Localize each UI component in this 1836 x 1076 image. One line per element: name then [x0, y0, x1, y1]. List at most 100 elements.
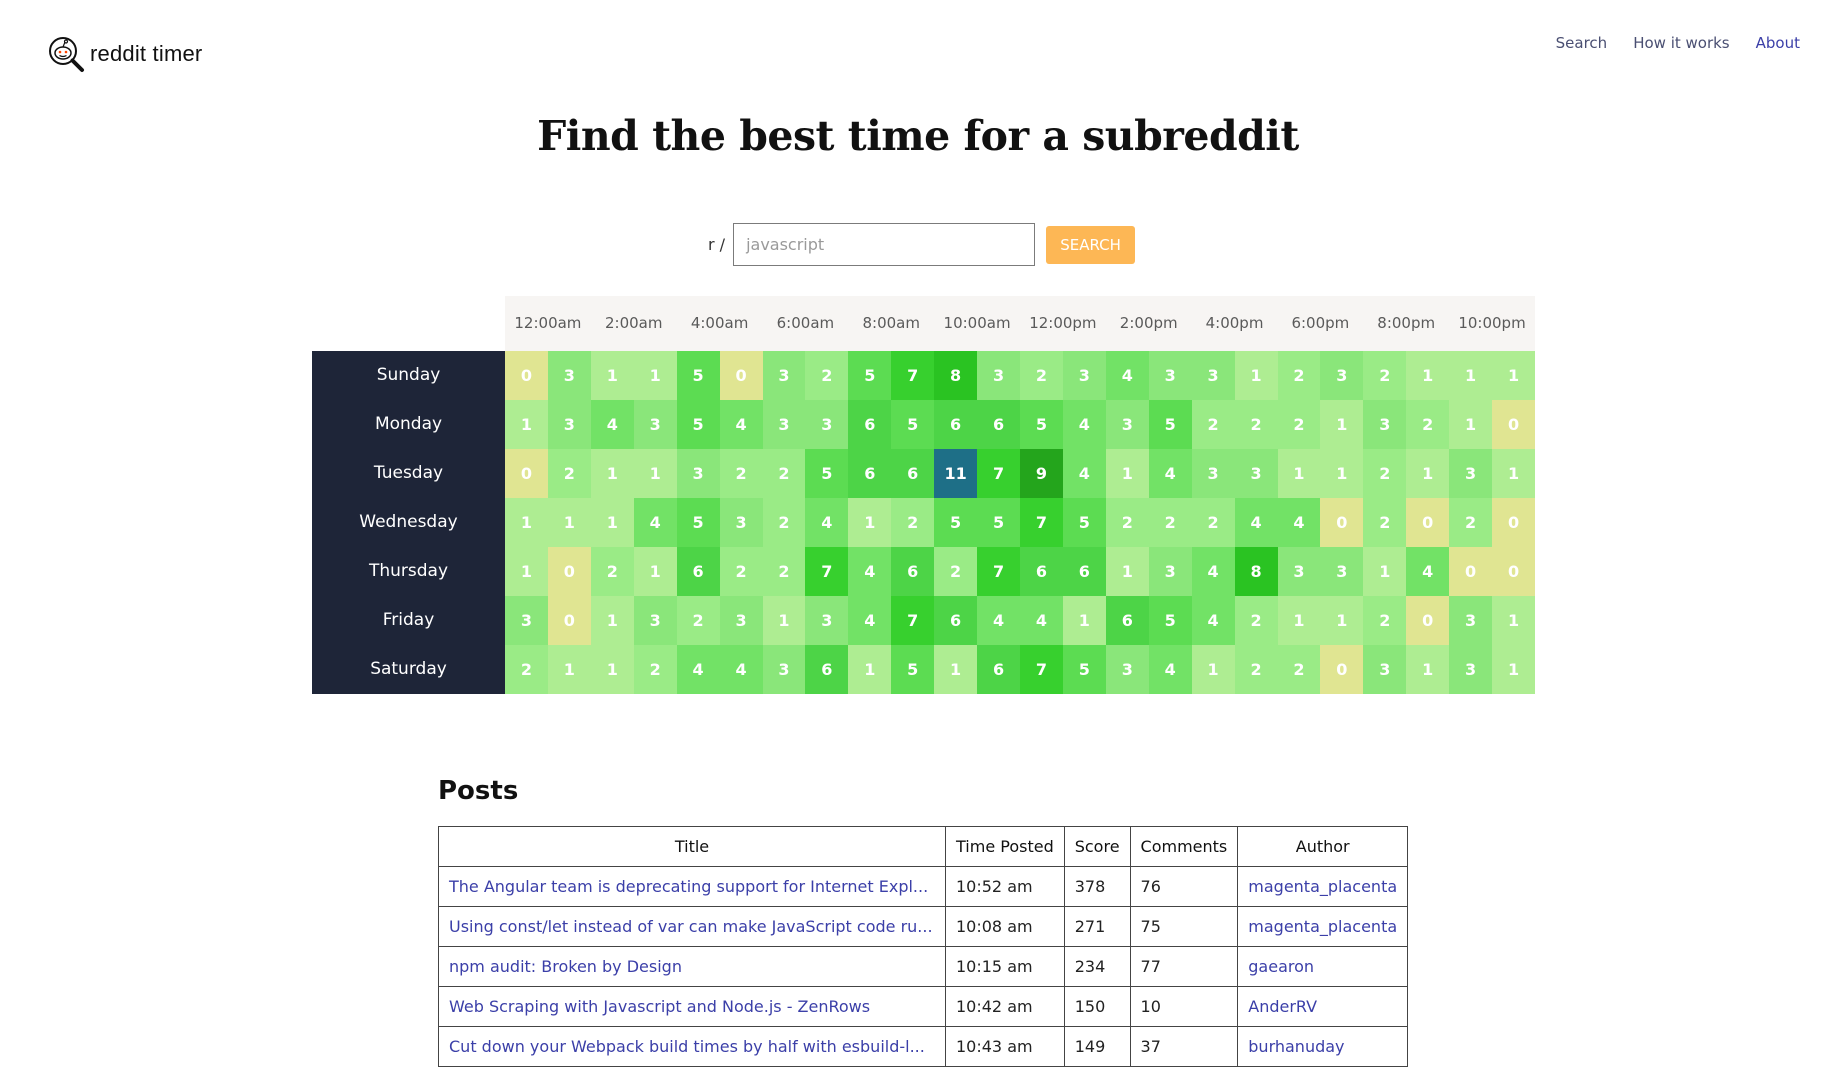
heatmap-cell[interactable]: 1: [762, 596, 806, 645]
heatmap-cell[interactable]: 7: [1020, 498, 1063, 547]
heatmap-cell[interactable]: 2: [1363, 449, 1407, 498]
heatmap-cell[interactable]: 6: [934, 596, 978, 645]
heatmap-cell[interactable]: 1: [1320, 400, 1364, 449]
heatmap-cell[interactable]: 5: [676, 498, 720, 547]
heatmap-cell[interactable]: 6: [891, 449, 935, 498]
heatmap-cell[interactable]: 1: [1449, 351, 1493, 400]
heatmap-cell[interactable]: 5: [1148, 400, 1192, 449]
heatmap-cell[interactable]: 3: [1363, 400, 1407, 449]
heatmap-cell[interactable]: 3: [1449, 596, 1493, 645]
heatmap-cell[interactable]: 6: [1062, 547, 1106, 596]
heatmap-cell[interactable]: 1: [1363, 547, 1407, 596]
heatmap-cell[interactable]: 4: [1062, 400, 1106, 449]
heatmap-cell[interactable]: 4: [848, 596, 892, 645]
heatmap-cell[interactable]: 3: [676, 449, 720, 498]
heatmap-cell[interactable]: 4: [590, 400, 634, 449]
col-time-posted[interactable]: Time Posted: [945, 826, 1065, 867]
heatmap-cell[interactable]: 5: [805, 449, 849, 498]
heatmap-cell[interactable]: 0: [1492, 547, 1535, 596]
heatmap-cell[interactable]: 2: [676, 596, 720, 645]
heatmap-cell[interactable]: 6: [891, 547, 935, 596]
heatmap-cell[interactable]: 1: [1105, 449, 1149, 498]
heatmap-cell[interactable]: 1: [1277, 596, 1321, 645]
heatmap-cell[interactable]: 1: [1234, 351, 1278, 400]
heatmap-cell[interactable]: 2: [1148, 498, 1192, 547]
heatmap-cell[interactable]: 2: [1406, 400, 1450, 449]
post-title-link[interactable]: Cut down your Webpack build times by hal…: [438, 1026, 946, 1067]
heatmap-cell[interactable]: 7: [1020, 645, 1063, 694]
heatmap-cell[interactable]: 3: [805, 596, 849, 645]
heatmap-cell[interactable]: 6: [805, 645, 849, 694]
heatmap-cell[interactable]: 2: [1234, 645, 1278, 694]
heatmap-cell[interactable]: 11: [934, 449, 978, 498]
heatmap-cell[interactable]: 1: [848, 498, 892, 547]
heatmap-cell[interactable]: 3: [1234, 449, 1278, 498]
heatmap-cell[interactable]: 1: [590, 596, 634, 645]
heatmap-cell[interactable]: 6: [848, 449, 892, 498]
heatmap-cell[interactable]: 1: [1105, 547, 1149, 596]
heatmap-cell[interactable]: 5: [1020, 400, 1063, 449]
search-button[interactable]: SEARCH: [1046, 225, 1136, 264]
heatmap-cell[interactable]: 1: [848, 645, 892, 694]
heatmap-cell[interactable]: 3: [1191, 351, 1235, 400]
heatmap-cell[interactable]: 3: [762, 400, 806, 449]
heatmap-cell[interactable]: 0: [1449, 547, 1493, 596]
heatmap-cell[interactable]: 2: [719, 547, 763, 596]
heatmap-cell[interactable]: 6: [1020, 547, 1063, 596]
heatmap-cell[interactable]: 4: [1234, 498, 1278, 547]
heatmap-cell[interactable]: 4: [977, 596, 1020, 645]
heatmap-cell[interactable]: 2: [1234, 596, 1278, 645]
post-title-link[interactable]: Using const/let instead of var can make …: [438, 906, 946, 947]
heatmap-cell[interactable]: 4: [1191, 596, 1235, 645]
heatmap-cell[interactable]: 0: [1320, 498, 1364, 547]
heatmap-cell[interactable]: 3: [1449, 645, 1493, 694]
heatmap-cell[interactable]: 1: [1406, 645, 1450, 694]
heatmap-cell[interactable]: 7: [977, 547, 1020, 596]
heatmap-cell[interactable]: 3: [1277, 547, 1321, 596]
heatmap-cell[interactable]: 3: [505, 596, 548, 645]
heatmap-cell[interactable]: 9: [1020, 449, 1063, 498]
heatmap-cell[interactable]: 3: [1320, 351, 1364, 400]
heatmap-cell[interactable]: 1: [547, 645, 591, 694]
heatmap-cell[interactable]: 3: [1320, 547, 1364, 596]
heatmap-cell[interactable]: 4: [1191, 547, 1235, 596]
heatmap-cell[interactable]: 8: [1234, 547, 1278, 596]
heatmap-cell[interactable]: 1: [590, 498, 634, 547]
heatmap-cell[interactable]: 4: [676, 645, 720, 694]
heatmap-cell[interactable]: 6: [934, 400, 978, 449]
heatmap-cell[interactable]: 3: [805, 400, 849, 449]
heatmap-cell[interactable]: 6: [676, 547, 720, 596]
heatmap-cell[interactable]: 3: [1191, 449, 1235, 498]
heatmap-cell[interactable]: 3: [1105, 645, 1149, 694]
heatmap-cell[interactable]: 7: [891, 351, 935, 400]
logo[interactable]: reddit timer: [46, 34, 202, 74]
heatmap-cell[interactable]: 5: [848, 351, 892, 400]
heatmap-cell[interactable]: 0: [719, 351, 763, 400]
heatmap-cell[interactable]: 0: [1492, 400, 1535, 449]
nav-how-it-works[interactable]: How it works: [1633, 34, 1729, 52]
heatmap-cell[interactable]: 1: [505, 498, 548, 547]
heatmap-cell[interactable]: 5: [676, 351, 720, 400]
heatmap-cell[interactable]: 2: [1191, 400, 1235, 449]
heatmap-cell[interactable]: 7: [805, 547, 849, 596]
heatmap-cell[interactable]: 2: [1363, 596, 1407, 645]
heatmap-cell[interactable]: 1: [934, 645, 978, 694]
heatmap-cell[interactable]: 2: [590, 547, 634, 596]
heatmap-cell[interactable]: 3: [1105, 400, 1149, 449]
heatmap-cell[interactable]: 5: [676, 400, 720, 449]
heatmap-cell[interactable]: 2: [762, 449, 806, 498]
heatmap-cell[interactable]: 1: [1449, 400, 1493, 449]
heatmap-cell[interactable]: 0: [1320, 645, 1364, 694]
heatmap-cell[interactable]: 0: [1492, 498, 1535, 547]
heatmap-cell[interactable]: 0: [1406, 596, 1450, 645]
heatmap-cell[interactable]: 1: [1320, 596, 1364, 645]
heatmap-cell[interactable]: 4: [633, 498, 677, 547]
nav-about[interactable]: About: [1756, 34, 1800, 52]
heatmap-cell[interactable]: 1: [590, 351, 634, 400]
heatmap-cell[interactable]: 2: [1363, 351, 1407, 400]
post-author-link[interactable]: burhanuday: [1237, 1026, 1409, 1067]
heatmap-cell[interactable]: 1: [633, 351, 677, 400]
heatmap-cell[interactable]: 8: [934, 351, 978, 400]
heatmap-cell[interactable]: 3: [1148, 547, 1192, 596]
heatmap-cell[interactable]: 1: [505, 547, 548, 596]
